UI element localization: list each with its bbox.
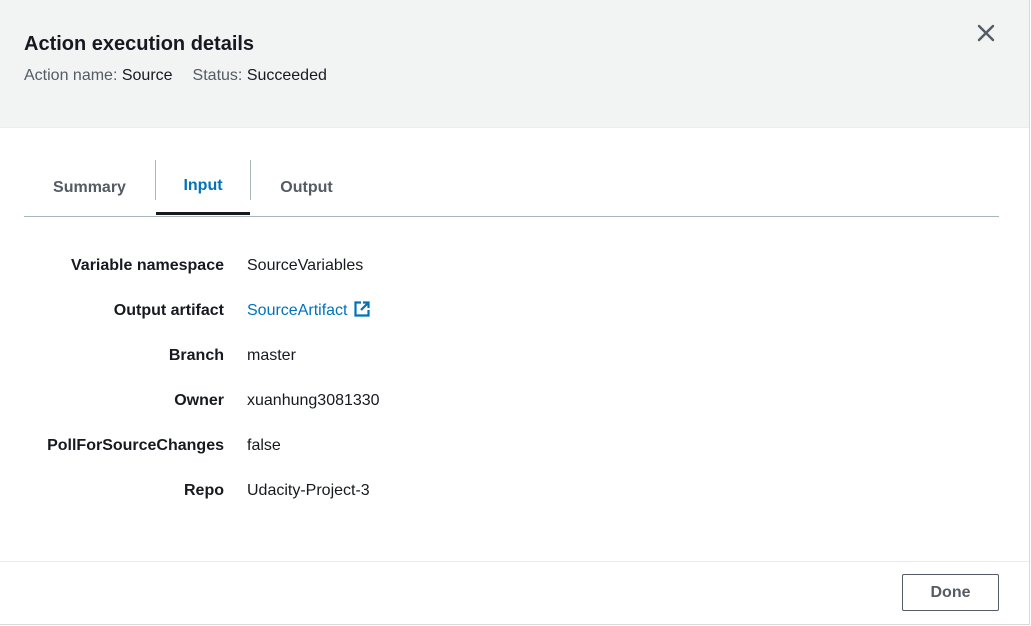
detail-key: Output artifact [113,302,224,319]
detail-key: Owner [174,392,224,409]
detail-value: false [247,437,281,454]
detail-value: xuanhung3081330 [247,392,380,409]
detail-row-branch: Branch master [0,338,1000,374]
done-button[interactable]: Done [902,574,999,611]
modal-footer: Done [0,561,1029,625]
tab-input[interactable]: Input [156,160,250,215]
detail-row-variable-namespace: Variable namespace SourceVariables [0,248,1000,284]
status-value: Succeeded [246,67,327,84]
close-button[interactable] [972,19,1000,47]
external-link-icon[interactable] [353,300,371,318]
detail-row-output-artifact: Output artifact SourceArtifact [0,293,1000,329]
close-icon [977,24,995,42]
action-execution-modal: Action execution details Action name: So… [0,0,1030,625]
tab-bar: Summary Input Output [24,160,999,217]
tab-summary[interactable]: Summary [24,160,155,215]
detail-row-repo: Repo Udacity-Project-3 [0,473,1000,509]
detail-key: Repo [184,482,224,499]
detail-value: Udacity-Project-3 [247,482,370,499]
detail-row-poll-for-source-changes: PollForSourceChanges false [0,428,1000,464]
source-artifact-link[interactable]: SourceArtifact [247,302,347,319]
modal-meta: Action name: Source Status: Succeeded [24,66,327,86]
tab-output[interactable]: Output [251,160,362,215]
detail-value: SourceArtifact [247,293,371,329]
modal-title: Action execution details [24,33,255,55]
detail-value: master [247,347,296,364]
detail-key: PollForSourceChanges [47,437,224,454]
action-name-value: Source [121,67,173,84]
detail-value: SourceVariables [247,257,364,274]
status-label: Status: [192,67,243,84]
action-name-label: Action name: [24,67,118,84]
detail-key: Branch [168,347,224,364]
modal-header: Action execution details Action name: So… [0,0,1029,128]
detail-row-owner: Owner xuanhung3081330 [0,383,1000,419]
detail-key: Variable namespace [71,257,224,274]
